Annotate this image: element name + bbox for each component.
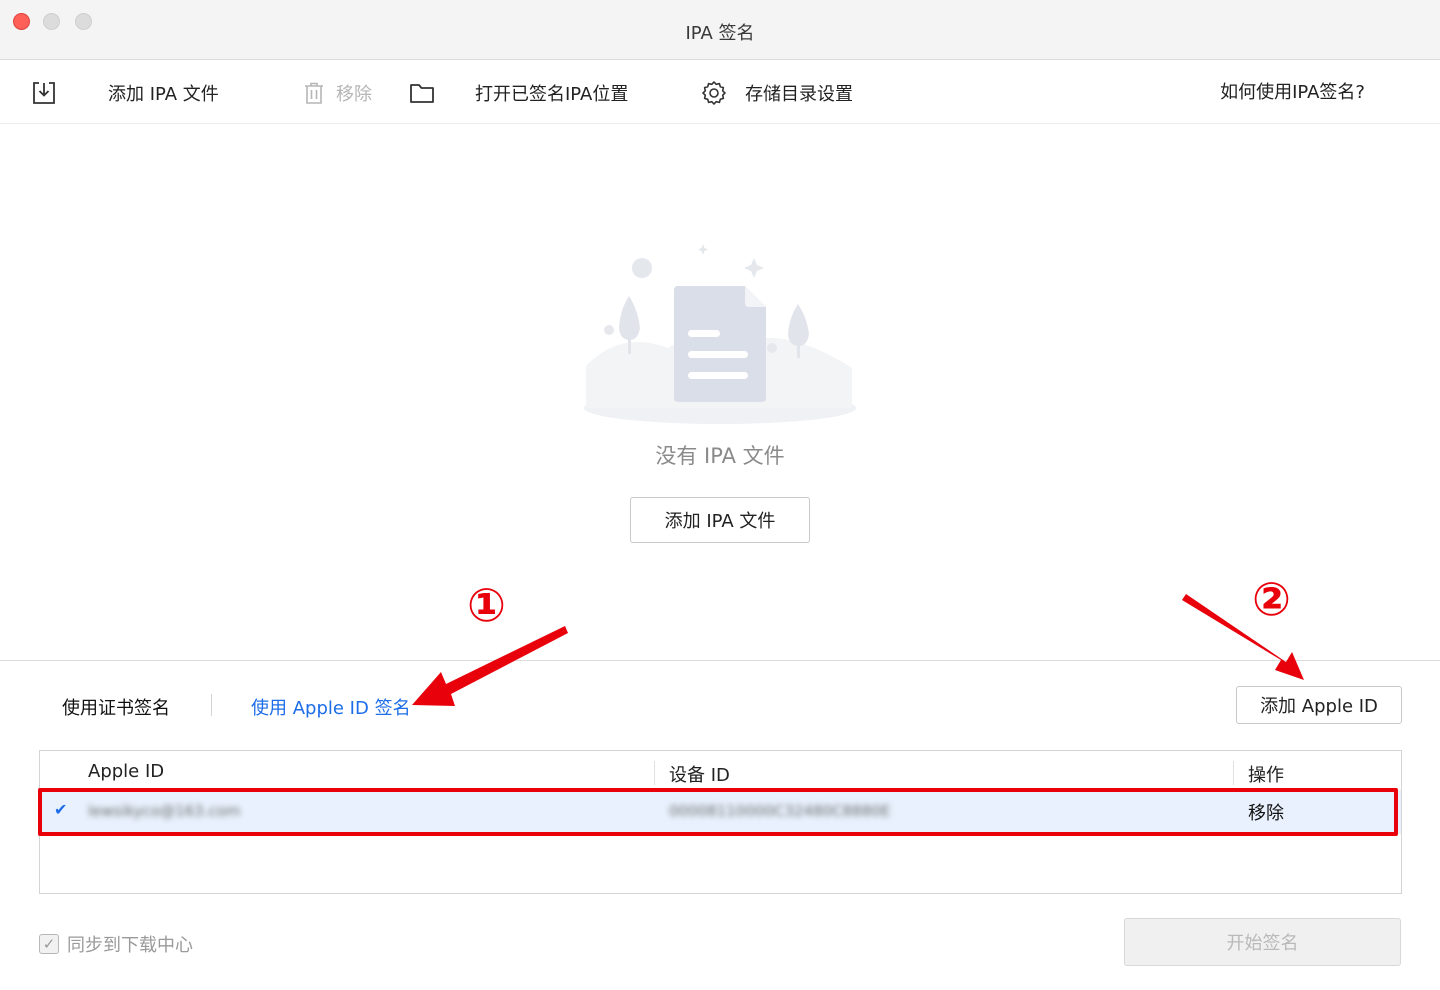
title-bar: IPA 签名 [0,0,1440,60]
start-sign-button[interactable]: 开始签名 [1124,918,1401,966]
open-signed-location-button[interactable]: 打开已签名IPA位置 [409,61,628,124]
annotation-step-1: ① [467,578,506,632]
column-separator [654,761,655,785]
sync-download-center-checkbox[interactable]: ✓ 同步到下载中心 [39,931,193,957]
add-apple-id-button[interactable]: 添加 Apple ID [1236,686,1402,724]
open-signed-location-label: 打开已签名IPA位置 [475,83,629,105]
arrow-to-appleid-tab [412,626,568,706]
add-ipa-toolbar-button[interactable]: 添加 IPA 文件 [31,61,219,124]
window-title: IPA 签名 [685,23,755,44]
sync-label: 同步到下载中心 [67,935,193,956]
column-header-action: 操作 [1248,765,1284,786]
tab-separator [211,694,212,716]
checkbox-check-icon: ✓ [39,934,59,954]
trash-icon [302,81,326,105]
column-separator [1233,761,1234,785]
gear-icon [701,80,727,106]
toolbar: 添加 IPA 文件 移除 打开已签名IPA位置 存储目录设置 如何使用IPA签名… [0,61,1440,124]
annotation-step-2: ② [1252,572,1291,626]
remove-toolbar-label: 移除 [336,83,372,105]
empty-document-illustration [584,244,856,424]
import-icon [31,80,57,106]
section-divider [0,660,1440,661]
add-ipa-button[interactable]: 添加 IPA 文件 [630,497,810,543]
column-header-device-id: 设备 ID [669,765,730,786]
empty-message: 没有 IPA 文件 [655,444,785,468]
column-header-apple-id: Apple ID [88,761,165,782]
remove-toolbar-button[interactable]: 移除 [302,61,372,124]
help-link[interactable]: 如何使用IPA签名? [1220,61,1365,124]
storage-settings-label: 存储目录设置 [745,83,853,105]
add-ipa-toolbar-label: 添加 IPA 文件 [108,83,219,105]
folder-icon [409,81,435,105]
tab-appleid-sign[interactable]: 使用 Apple ID 签名 [251,694,411,720]
tab-certificate-sign[interactable]: 使用证书签名 [62,694,170,720]
storage-settings-button[interactable]: 存储目录设置 [701,61,853,124]
row-highlight-annotation [38,788,1398,836]
